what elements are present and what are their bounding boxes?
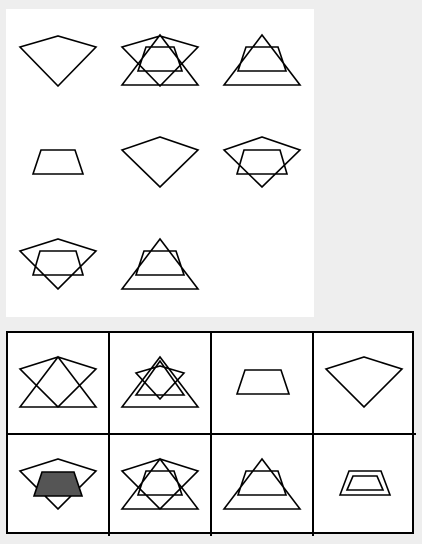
answer-option-1[interactable] (9, 334, 108, 433)
answer-option-6[interactable] (110, 435, 210, 535)
triangle-shape (120, 33, 200, 86)
puzzle-matrix-canvas (18, 33, 302, 291)
answer-option-4[interactable] (314, 334, 414, 433)
trapezoid-shape (236, 46, 288, 72)
kite-shape (120, 35, 200, 88)
puzzle-cell-2-3 (222, 136, 302, 189)
kite-shape (18, 35, 98, 88)
kite-shape (18, 238, 98, 291)
answer-options-panel (6, 331, 416, 536)
triangle-shape (222, 33, 302, 86)
puzzle-cell-2-2 (120, 136, 200, 189)
filled-trapezoid-shape (32, 471, 84, 497)
answer-option-7[interactable] (212, 435, 312, 535)
puzzle-cell-1-3 (222, 33, 302, 86)
puzzle-matrix (6, 9, 314, 317)
answer-option-5[interactable] (9, 435, 108, 535)
trapezoid-shape (136, 46, 184, 72)
answer-option-2[interactable] (110, 334, 210, 433)
answer-option-3[interactable] (212, 334, 312, 433)
puzzle-cell-3-2 (120, 237, 200, 290)
triangle-shape (120, 237, 200, 290)
puzzle-cell-2-1 (31, 149, 85, 175)
trapezoid-shape (31, 149, 85, 175)
kite-shape (120, 136, 200, 189)
answer-options-canvas (8, 333, 416, 536)
kite-shape (222, 136, 302, 189)
puzzle-cell-1-2 (120, 33, 200, 88)
puzzle-cell-3-1 (18, 238, 98, 291)
trapezoid-shape (134, 250, 186, 276)
puzzle-cell-1-1 (18, 35, 98, 88)
answer-option-8[interactable] (314, 435, 414, 535)
